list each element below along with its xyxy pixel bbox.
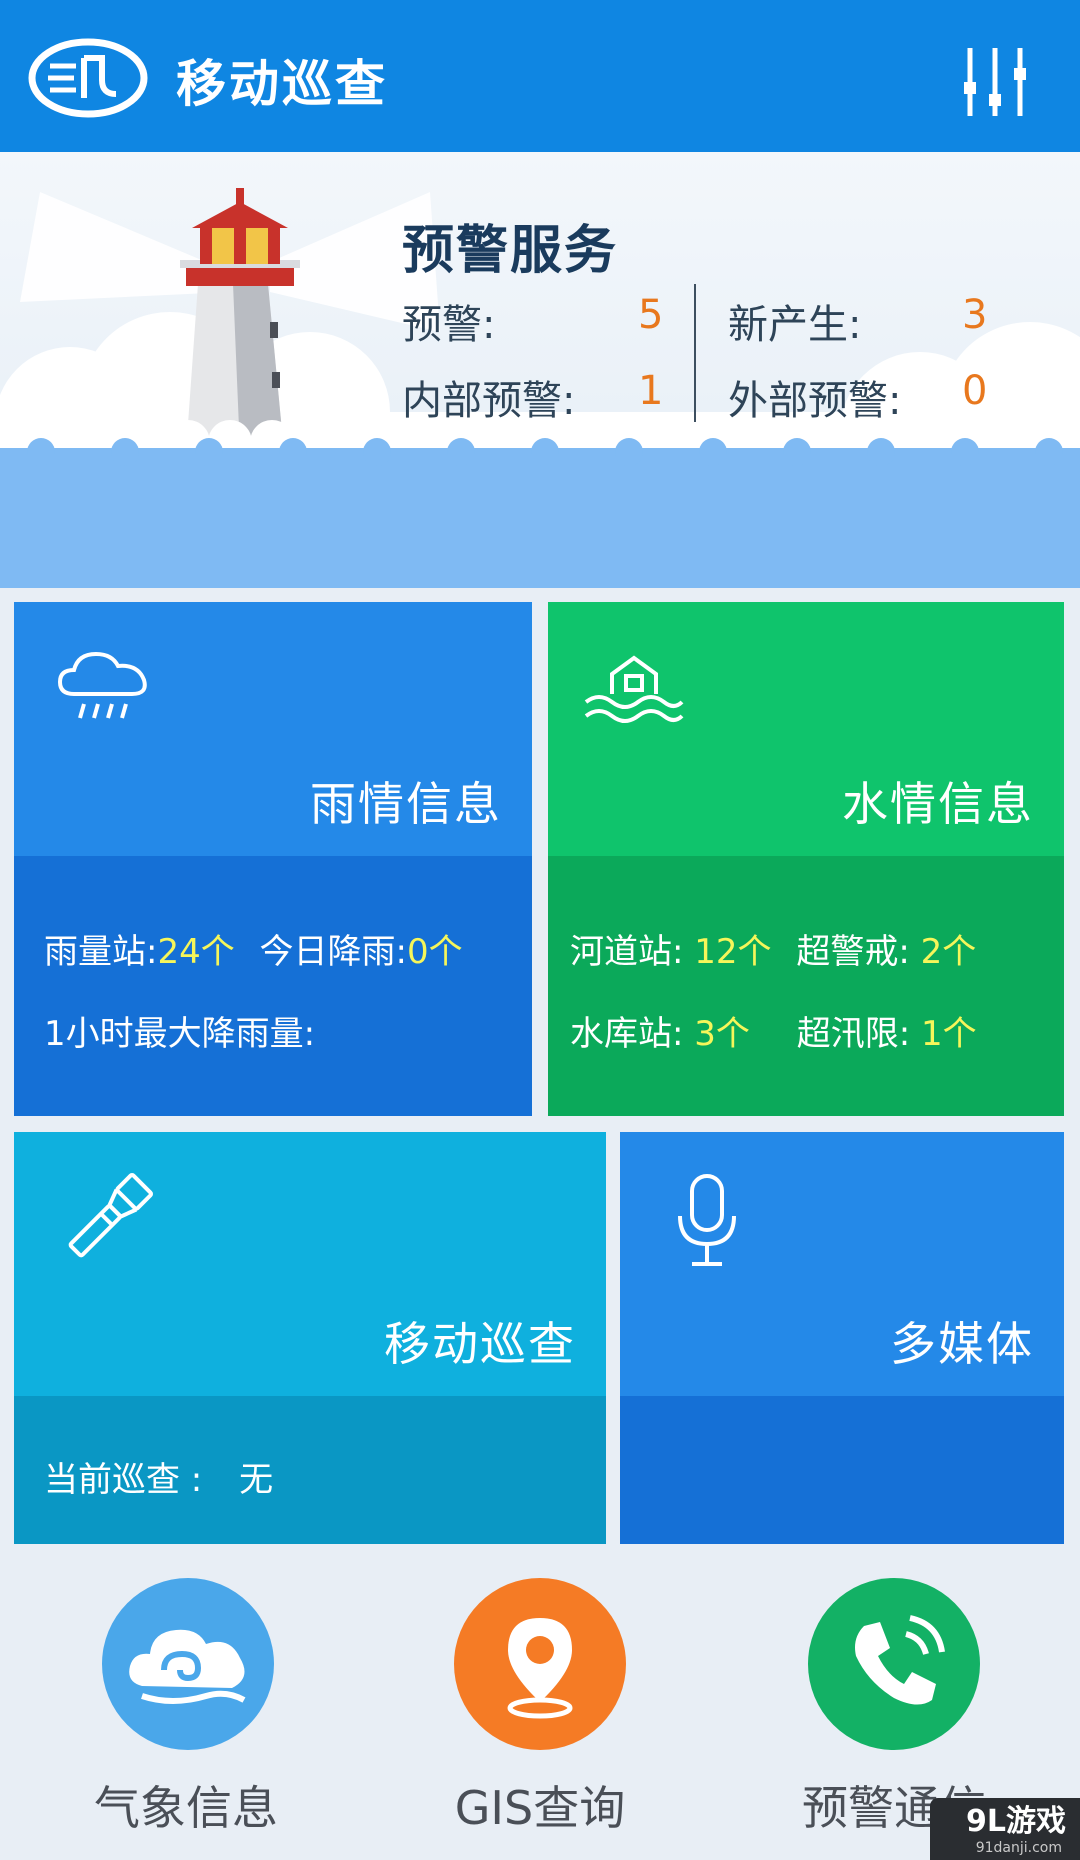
over-warning-value: 2个 <box>920 932 977 972</box>
rain-cloud-icon <box>57 651 147 719</box>
reservoir-station-label: 水库站: <box>570 1014 695 1054</box>
reservoir-stations-line: 水库站: 3个 超汛限: 1个 <box>570 1006 977 1055</box>
over-flood-limit-label: 超汛限: <box>796 1014 921 1054</box>
cloud-icon <box>129 1629 246 1704</box>
internal-warning-value: 1 <box>638 368 664 414</box>
flood-house-icon <box>584 655 684 723</box>
warning-count-label: 预警: <box>402 302 496 348</box>
app-header: 移动巡查 <box>0 0 1080 152</box>
watermark: 9L游戏 91danji.com <box>930 1798 1080 1860</box>
today-rain-value: 0个 <box>407 932 463 972</box>
rain-info-title: 雨情信息 <box>310 777 502 831</box>
watermark-url: 91danji.com <box>975 1840 1062 1856</box>
app-title: 移动巡查 <box>176 55 388 113</box>
warning-service-title: 预警服务 <box>402 221 619 281</box>
over-flood-limit-value: 1个 <box>920 1014 977 1054</box>
internal-warning-label: 内部预警: <box>402 378 576 424</box>
map-pin-icon <box>507 1618 573 1719</box>
settings-sliders-icon[interactable] <box>962 46 1028 118</box>
multimedia-tile[interactable]: 多媒体 <box>620 1132 1064 1544</box>
river-station-value: 12个 <box>694 932 772 972</box>
warning-communication-button[interactable] <box>808 1578 980 1750</box>
phone-icon <box>855 1615 945 1705</box>
current-patrol-value: 无 <box>239 1460 274 1500</box>
weather-info-label[interactable]: 气象信息 <box>36 1772 336 1838</box>
mobile-patrol-tile[interactable]: 移动巡查 当前巡查 : 无 <box>14 1132 606 1544</box>
warning-service-banner[interactable]: 预警服务 预警: 5 新产生: 3 内部预警: 1 外部预警: 0 <box>0 152 1080 588</box>
current-patrol-label: 当前巡查 : <box>44 1460 203 1500</box>
stats-divider <box>694 284 696 422</box>
water-info-title: 水情信息 <box>842 777 1034 831</box>
watermark-text: 9L游戏 <box>966 1804 1066 1839</box>
gis-query-label[interactable]: GIS查询 <box>390 1772 690 1838</box>
river-stations-line: 河道站: 12个 超警戒: 2个 <box>570 924 976 973</box>
reservoir-station-value: 3个 <box>694 1014 750 1054</box>
rain-info-tile[interactable]: 雨情信息 雨量站:24个 今日降雨:0个 1小时最大降雨量: <box>14 602 532 1116</box>
new-warning-label: 新产生: <box>728 302 862 348</box>
rain-stations-line: 雨量站:24个 今日降雨:0个 <box>44 924 463 973</box>
new-warning-value: 3 <box>962 292 988 338</box>
weather-info-button[interactable] <box>102 1578 274 1750</box>
rain-station-value: 24个 <box>157 932 235 972</box>
gis-query-button[interactable] <box>454 1578 626 1750</box>
current-patrol-line: 当前巡查 : 无 <box>44 1452 273 1501</box>
mobile-patrol-title: 移动巡查 <box>384 1317 576 1371</box>
app-logo-icon <box>28 38 148 118</box>
warning-count-value: 5 <box>638 292 664 338</box>
external-warning-label: 外部预警: <box>728 378 902 424</box>
river-station-label: 河道站: <box>570 932 695 972</box>
multimedia-title: 多媒体 <box>890 1317 1034 1371</box>
flashlight-icon <box>68 1172 154 1258</box>
over-warning-label: 超警戒: <box>796 932 921 972</box>
microphone-icon <box>678 1174 736 1266</box>
today-rain-label: 今日降雨: <box>259 932 408 972</box>
max-rainfall-label: 1小时最大降雨量: <box>44 1014 316 1054</box>
water-info-tile[interactable]: 水情信息 河道站: 12个 超警戒: 2个 水库站: 3个 超汛限: 1个 <box>548 602 1064 1116</box>
rain-station-label: 雨量站: <box>44 932 158 972</box>
external-warning-value: 0 <box>962 368 988 414</box>
